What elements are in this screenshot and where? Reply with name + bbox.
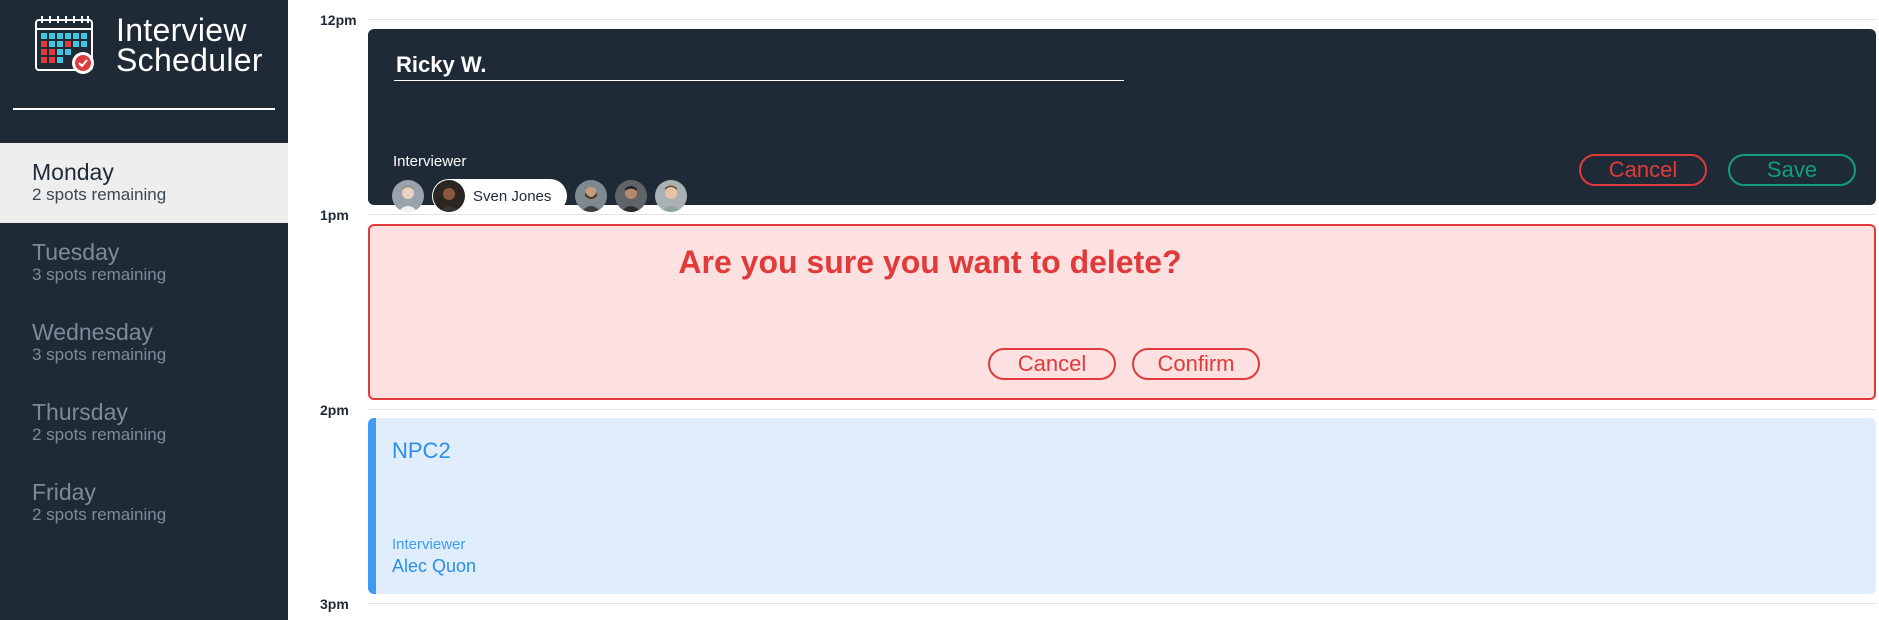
interviewer-label: Interviewer (393, 153, 467, 170)
interviewer-avatar[interactable] (615, 180, 648, 212)
day-spots: 2 spots remaining (32, 505, 167, 524)
day-spots: 2 spots remaining (32, 425, 167, 444)
person-avatar-icon (433, 180, 465, 212)
interviewer-list: Sven Jones (392, 179, 695, 213)
day-spots: 2 spots remaining (32, 185, 167, 204)
confirm-delete-button[interactable]: Confirm (1132, 348, 1260, 380)
cancel-delete-button[interactable]: Cancel (988, 348, 1116, 380)
hour-label: 3pm (320, 596, 349, 612)
day-name: Friday (32, 479, 96, 505)
interviewer-avatar[interactable] (392, 180, 424, 212)
person-avatar-icon (655, 180, 688, 212)
day-name: Tuesday (32, 239, 120, 265)
selected-interviewer-name: Sven Jones (473, 187, 552, 205)
day-name: Wednesday (32, 319, 154, 345)
appointment-interviewer-name: Alec Quon (392, 556, 477, 576)
selected-interviewer[interactable]: Sven Jones (432, 179, 568, 213)
app-title-line1: Interview (116, 12, 247, 48)
person-avatar-icon (575, 180, 608, 212)
delete-confirmation: Are you sure you want to delete? Cancel … (368, 224, 1876, 400)
appointment-card[interactable]: NPC2 Interviewer Alec Quon (368, 418, 1876, 594)
hour-label: 2pm (320, 402, 349, 418)
hour-divider (368, 409, 1876, 410)
hour-label: 12pm (320, 12, 357, 28)
calendar-check-icon (35, 16, 94, 74)
appointment-interviewer-label: Interviewer (392, 536, 466, 553)
day-item-thursday[interactable]: Thursday 2 spots remaining (0, 383, 288, 463)
day-name: Monday (32, 159, 114, 185)
hour-divider (368, 19, 1876, 20)
day-item-friday[interactable]: Friday 2 spots remaining (0, 463, 288, 543)
person-avatar-icon (615, 180, 648, 212)
save-button[interactable]: Save (1728, 154, 1856, 186)
appointment-student: NPC2 (392, 438, 451, 463)
appointment-edit-form: Interviewer Sven Jones (368, 29, 1876, 213)
app-title-line2: Scheduler (116, 42, 263, 78)
student-name-input[interactable] (394, 49, 1124, 81)
day-item-tuesday[interactable]: Tuesday 3 spots remaining (0, 223, 288, 303)
day-name: Thursday (32, 399, 128, 425)
hour-label: 1pm (320, 207, 349, 223)
day-item-monday[interactable]: Monday 2 spots remaining (0, 143, 288, 223)
interviewer-avatar[interactable] (655, 180, 688, 212)
sidebar: Interview Scheduler Monday 2 spots remai… (0, 0, 288, 620)
day-spots: 3 spots remaining (32, 265, 167, 284)
day-list: Monday 2 spots remaining Tuesday 3 spots… (0, 143, 288, 543)
sidebar-divider (13, 108, 275, 110)
schedule: 12pm 1pm 2pm 3pm Interviewer (288, 0, 1879, 620)
interviewer-avatar[interactable] (575, 180, 608, 212)
day-item-wednesday[interactable]: Wednesday 3 spots remaining (0, 303, 288, 383)
app-title: Interview Scheduler (116, 12, 263, 78)
confirm-message: Are you sure you want to delete? (678, 244, 1182, 280)
hour-divider (368, 603, 1876, 604)
cancel-button[interactable]: Cancel (1579, 154, 1707, 186)
brand: Interview Scheduler (33, 14, 263, 76)
person-avatar-icon (392, 180, 424, 212)
hour-divider (368, 214, 1876, 215)
interviewer-avatar (433, 180, 465, 212)
day-spots: 3 spots remaining (32, 345, 167, 364)
